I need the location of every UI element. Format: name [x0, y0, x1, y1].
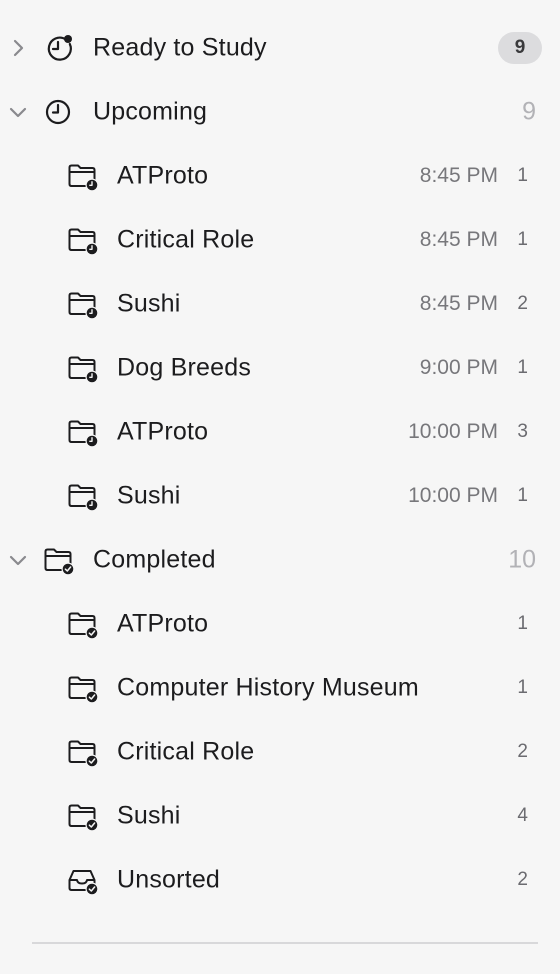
folder-clock-icon: [67, 224, 99, 256]
item-label: Critical Role: [117, 737, 255, 766]
section-ready-to-study[interactable]: Ready to Study 9: [0, 16, 560, 80]
item-label: Sushi: [117, 481, 181, 510]
list-item[interactable]: Critical Role 2: [0, 720, 560, 784]
folder-clock-icon: [67, 352, 99, 384]
list-item[interactable]: ATProto 10:00 PM 3: [0, 400, 560, 464]
folder-clock-icon: [67, 288, 99, 320]
item-time: 10:00 PM: [408, 420, 498, 443]
item-label: Computer History Museum: [117, 673, 419, 702]
item-label: ATProto: [117, 609, 209, 638]
section-upcoming[interactable]: Upcoming 9: [0, 80, 560, 144]
section-completed[interactable]: Completed 10: [0, 528, 560, 592]
folder-clock-icon: [67, 480, 99, 512]
item-count: 1: [517, 613, 528, 634]
count-badge: 9: [498, 32, 542, 64]
item-count: 1: [517, 485, 528, 506]
item-label: Critical Role: [117, 225, 255, 254]
item-label: ATProto: [117, 161, 209, 190]
clock-alert-icon: [43, 32, 75, 64]
section-label: Upcoming: [93, 97, 208, 126]
chevron-down-icon[interactable]: [6, 548, 30, 572]
item-label: Unsorted: [117, 865, 221, 894]
list-item[interactable]: ATProto 1: [0, 592, 560, 656]
folder-clock-icon: [67, 160, 99, 192]
item-time: 8:45 PM: [419, 228, 498, 251]
folder-check-icon: [67, 672, 99, 704]
item-count: 4: [517, 805, 528, 826]
item-label: Dog Breeds: [117, 353, 252, 382]
item-time: 9:00 PM: [419, 356, 498, 379]
item-count: 2: [517, 293, 528, 314]
chevron-down-icon[interactable]: [6, 100, 30, 124]
list-item[interactable]: Sushi 10:00 PM 1: [0, 464, 560, 528]
item-time: 8:45 PM: [419, 164, 498, 187]
list-item[interactable]: Dog Breeds 9:00 PM 1: [0, 336, 560, 400]
chevron-right-icon[interactable]: [6, 36, 30, 60]
item-count: 2: [517, 869, 528, 890]
divider: [32, 942, 538, 944]
clock-icon: [43, 96, 75, 128]
item-count: 1: [517, 165, 528, 186]
tray-check-icon: [67, 864, 99, 896]
section-count: 10: [508, 545, 536, 574]
sidebar: Ready to Study 9 Upcoming 9 ATProto 8:45…: [0, 0, 560, 974]
list-item[interactable]: Unsorted 2: [0, 848, 560, 912]
item-time: 8:45 PM: [419, 292, 498, 315]
section-count: 9: [522, 97, 536, 126]
item-count: 3: [517, 421, 528, 442]
list-item[interactable]: Computer History Museum 1: [0, 656, 560, 720]
section-label: Ready to Study: [93, 33, 267, 62]
folder-check-icon: [67, 608, 99, 640]
folder-clock-icon: [67, 416, 99, 448]
item-time: 10:00 PM: [408, 484, 498, 507]
item-label: Sushi: [117, 289, 181, 318]
item-label: ATProto: [117, 417, 209, 446]
list-item[interactable]: Sushi 4: [0, 784, 560, 848]
item-count: 1: [517, 677, 528, 698]
item-count: 2: [517, 741, 528, 762]
item-count: 1: [517, 357, 528, 378]
folder-check-icon: [43, 544, 75, 576]
item-label: Sushi: [117, 801, 181, 830]
list-item[interactable]: Sushi 8:45 PM 2: [0, 272, 560, 336]
list-item[interactable]: Critical Role 8:45 PM 1: [0, 208, 560, 272]
item-count: 1: [517, 229, 528, 250]
section-label: Completed: [93, 545, 216, 574]
list-item[interactable]: ATProto 8:45 PM 1: [0, 144, 560, 208]
folder-check-icon: [67, 736, 99, 768]
folder-check-icon: [67, 800, 99, 832]
